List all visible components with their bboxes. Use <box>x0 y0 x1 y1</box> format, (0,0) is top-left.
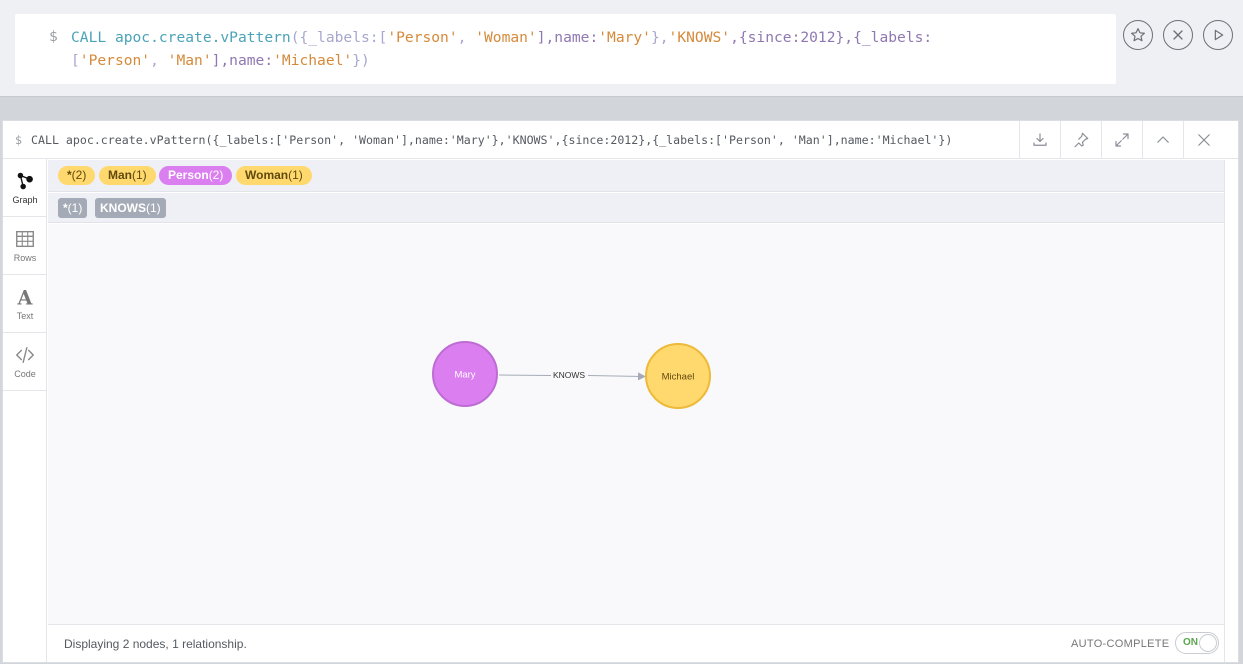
label-count: (2) <box>71 168 87 182</box>
editor-code[interactable]: CALL apoc.create.vPattern({_labels:['Per… <box>71 26 1101 72</box>
rel-pill-knows[interactable]: KNOWS(1) <box>95 198 166 218</box>
code-punct: }) <box>352 52 370 69</box>
view-tab-label: Text <box>16 311 34 321</box>
toggle-knob[interactable] <box>1199 634 1217 652</box>
close-icon <box>1198 134 1210 146</box>
label-pill-woman[interactable]: Woman(1) <box>236 166 312 185</box>
code-string: 'Person' <box>79 52 151 69</box>
label-name: Man <box>108 168 132 182</box>
frame-scroll-strip <box>1224 160 1238 662</box>
rel-count: (1) <box>146 201 161 215</box>
label-name: Person <box>168 168 209 182</box>
editor-prompt: $ <box>49 28 58 45</box>
code-string: 'Michael' <box>273 52 353 69</box>
view-tab-rows[interactable]: Rows <box>3 217 47 275</box>
code-icon <box>16 346 34 364</box>
download-icon <box>1033 133 1047 146</box>
code-punct: ,{since: <box>730 29 801 46</box>
view-tab-text[interactable]: A Text <box>3 275 47 333</box>
text-icon: A <box>17 286 34 308</box>
code-function: apoc.create.vPattern <box>114 29 291 46</box>
view-tab-label: Code <box>14 369 36 379</box>
label-count: (1) <box>288 168 303 182</box>
frame-query[interactable]: CALL apoc.create.vPattern({_labels:['Per… <box>31 133 952 147</box>
code-string: 'Person' <box>387 29 458 46</box>
svg-text:A: A <box>17 286 34 308</box>
graph-svg: KNOWS Mary Michael <box>432 341 711 409</box>
code-punct: ({_labels:[ <box>290 29 388 46</box>
view-tab-label: Rows <box>13 253 37 263</box>
code-number: 2012 <box>800 29 836 46</box>
clear-button[interactable] <box>1163 20 1193 50</box>
query-editor[interactable]: $ CALL apoc.create.vPattern({_labels:['P… <box>15 14 1116 84</box>
edge-label: KNOWS <box>553 370 585 380</box>
view-tab-code[interactable]: Code <box>3 333 47 391</box>
code-string: 'Woman' <box>475 29 537 46</box>
run-button[interactable] <box>1203 20 1233 50</box>
rel-pill-all[interactable]: *(1) <box>58 198 88 218</box>
pin-button[interactable] <box>1060 121 1101 159</box>
code-string: 'KNOWS' <box>668 29 731 46</box>
fullscreen-button[interactable] <box>1101 121 1142 159</box>
code-string: 'Mary' <box>598 29 651 46</box>
view-tab-label: Graph <box>12 195 38 205</box>
toggle-state: ON <box>1183 637 1198 648</box>
collapse-icon <box>1157 136 1169 143</box>
node-label-bar: *(2) Man(1) Person(2) Woman(1) <box>48 160 1224 192</box>
code-punct: , <box>150 52 168 69</box>
label-name: Woman <box>245 168 289 182</box>
frame-header: $ CALL apoc.create.vPattern({_labels:['P… <box>3 121 1238 159</box>
label-count: (2) <box>208 168 224 182</box>
relationship-edge[interactable]: KNOWS <box>498 370 646 381</box>
graph-canvas[interactable]: KNOWS Mary Michael <box>48 224 1224 624</box>
code-punct: }, <box>650 29 669 46</box>
label-pill-all[interactable]: *(2) <box>58 166 96 185</box>
code-punct: ],name: <box>211 52 274 69</box>
node-michael[interactable]: Michael <box>645 343 711 409</box>
code-keyword: CALL <box>71 29 107 46</box>
close-frame-button[interactable] <box>1183 121 1224 159</box>
node-caption: Michael <box>662 372 695 383</box>
view-tab-graph[interactable]: Graph <box>3 159 47 217</box>
code-punct: },{_labels: <box>835 29 933 46</box>
close-circle-icon <box>1173 30 1183 40</box>
code-punct: ],name: <box>536 29 599 46</box>
relationship-type-bar: *(1) KNOWS(1) <box>48 193 1224 223</box>
rel-count: (1) <box>67 201 83 215</box>
play-icon <box>1214 29 1224 41</box>
expand-icon <box>1115 133 1129 147</box>
favorite-button[interactable] <box>1123 20 1153 50</box>
label-pill-man[interactable]: Man(1) <box>99 166 156 185</box>
code-punct: , <box>457 29 476 46</box>
star-icon <box>1131 28 1145 42</box>
view-sidebar: Graph Rows A Text Code <box>3 159 47 662</box>
frame-prompt: $ <box>15 133 22 147</box>
collapse-button[interactable] <box>1142 121 1183 159</box>
download-button[interactable] <box>1019 121 1060 159</box>
node-caption: Mary <box>454 370 475 381</box>
label-count: (1) <box>132 168 147 182</box>
autocomplete-toggle[interactable]: ON <box>1175 632 1219 654</box>
label-pill-person[interactable]: Person(2) <box>159 166 233 185</box>
graph-icon <box>17 172 33 190</box>
status-bar: Displaying 2 nodes, 1 relationship. AUTO… <box>48 624 1224 662</box>
pin-icon <box>1074 132 1089 148</box>
rel-name: KNOWS <box>100 201 146 215</box>
code-punct: [ <box>71 52 80 69</box>
autocomplete-label: AUTO-COMPLETE <box>1071 638 1170 650</box>
code-string: 'Man' <box>167 52 212 69</box>
result-frame: $ CALL apoc.create.vPattern({_labels:['P… <box>2 120 1239 663</box>
table-icon <box>16 230 34 248</box>
status-message: Displaying 2 nodes, 1 relationship. <box>64 637 247 651</box>
node-mary[interactable]: Mary <box>432 341 498 407</box>
editor-bar: $ CALL apoc.create.vPattern({_labels:['P… <box>0 0 1243 97</box>
